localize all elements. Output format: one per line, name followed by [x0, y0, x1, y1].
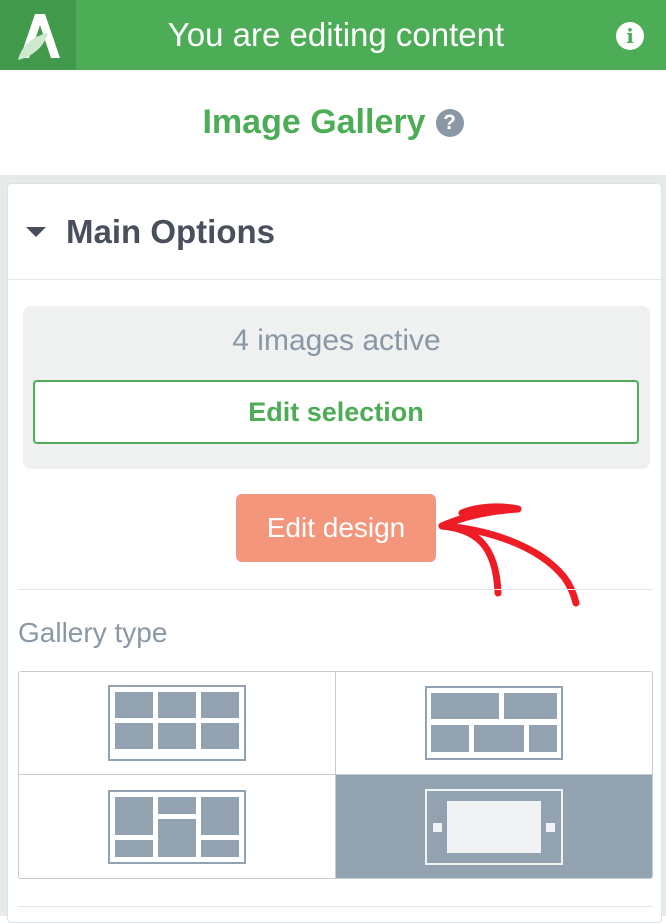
gallery-type-selector: [18, 671, 653, 879]
gallery-type-masonry[interactable]: [335, 672, 652, 775]
grid-layout-icon: [107, 685, 246, 761]
red-arrow-annotation-icon: [438, 503, 580, 607]
divider: [18, 906, 653, 907]
edit-design-button[interactable]: Edit design: [236, 494, 436, 562]
images-active-status: 4 images active: [232, 324, 441, 357]
page-title: Image Gallery: [202, 103, 426, 141]
divider: [18, 589, 653, 590]
widget-title-row: Image Gallery ?: [0, 70, 666, 175]
main-options-panel: Main Options 4 images active Edit select…: [7, 183, 662, 923]
editing-banner-title: You are editing content: [167, 16, 505, 53]
gallery-type-slider[interactable]: [335, 775, 652, 878]
gallery-type-mosaic[interactable]: [19, 775, 336, 878]
gallery-type-label: Gallery type: [18, 617, 168, 648]
options-panel-wrap: Main Options 4 images active Edit select…: [0, 175, 666, 923]
question-icon[interactable]: ?: [435, 108, 464, 137]
masonry-layout-icon: [424, 686, 563, 760]
info-icon[interactable]: i: [616, 22, 644, 50]
main-options-header[interactable]: Main Options: [8, 184, 661, 280]
gallery-type-grid[interactable]: [19, 672, 336, 775]
mosaic-layout-icon: [107, 789, 246, 864]
section-title: Main Options: [66, 212, 275, 250]
caret-down-icon: [26, 226, 46, 237]
leaf-a-logo-icon: [0, 0, 76, 70]
edit-selection-button[interactable]: Edit selection: [33, 380, 639, 444]
top-bar: You are editing content i: [0, 0, 666, 70]
image-selection-box: 4 images active Edit selection: [23, 306, 650, 469]
slider-layout-icon: [424, 788, 563, 865]
